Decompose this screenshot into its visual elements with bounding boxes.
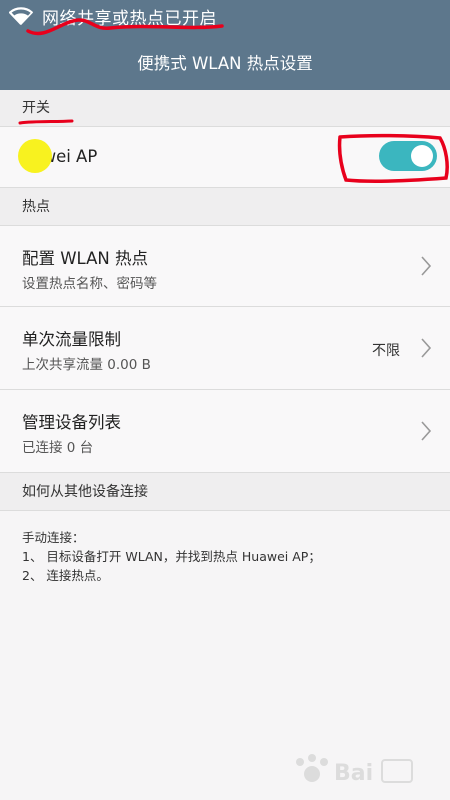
row-title: 管理设备列表 (22, 413, 121, 432)
toggle-knob (411, 145, 433, 167)
wifi-icon (9, 7, 33, 26)
section-header-connect: 如何从其他设备连接 (0, 473, 450, 511)
traffic-limit-value: 不限 (372, 343, 400, 359)
section-header-hotspot: 热点 (0, 188, 450, 226)
instruction-line: 1、 目标设备打开 WLAN，并找到热点 Huawei AP； (22, 549, 321, 564)
hotspot-switch-row[interactable]: uawei AP (0, 127, 450, 188)
watermark-logo: Bai (296, 754, 413, 786)
section-header-switch: 开关 (0, 90, 450, 127)
chevron-right-icon (421, 338, 432, 358)
section-label-hotspot: 热点 (22, 199, 50, 215)
notification-text: 网络共享或热点已开启 (42, 9, 217, 29)
status-bar: 网络共享或热点已开启 (0, 0, 450, 33)
device-list-row[interactable]: 管理设备列表 已连接 0 台 (0, 390, 450, 473)
config-hotspot-row[interactable]: 配置 WLAN 热点 设置热点名称、密码等 (0, 226, 450, 307)
yellow-marker-dot (18, 139, 52, 173)
hotspot-toggle[interactable] (379, 141, 437, 171)
row-title: 单次流量限制 (22, 330, 121, 349)
title-bar: 便携式 WLAN 热点设置 (0, 33, 450, 90)
instruction-line: 2、 连接热点。 (22, 568, 109, 583)
svg-text:Bai: Bai (334, 761, 373, 786)
section-label-switch: 开关 (22, 100, 50, 116)
chevron-right-icon (421, 256, 432, 276)
page-title: 便携式 WLAN 热点设置 (137, 54, 313, 73)
row-subtitle: 设置热点名称、密码等 (22, 276, 157, 292)
connect-instructions: 手动连接： 1、 目标设备打开 WLAN，并找到热点 Huawei AP； 2、… (22, 528, 432, 585)
traffic-limit-row[interactable]: 单次流量限制 上次共享流量 0.00 B 不限 (0, 307, 450, 390)
row-title: 配置 WLAN 热点 (22, 249, 149, 268)
row-subtitle: 上次共享流量 0.00 B (22, 357, 151, 373)
instruction-line: 手动连接： (22, 530, 85, 545)
row-subtitle: 已连接 0 台 (22, 440, 94, 456)
chevron-right-icon (421, 421, 432, 441)
section-label-connect: 如何从其他设备连接 (22, 484, 148, 500)
